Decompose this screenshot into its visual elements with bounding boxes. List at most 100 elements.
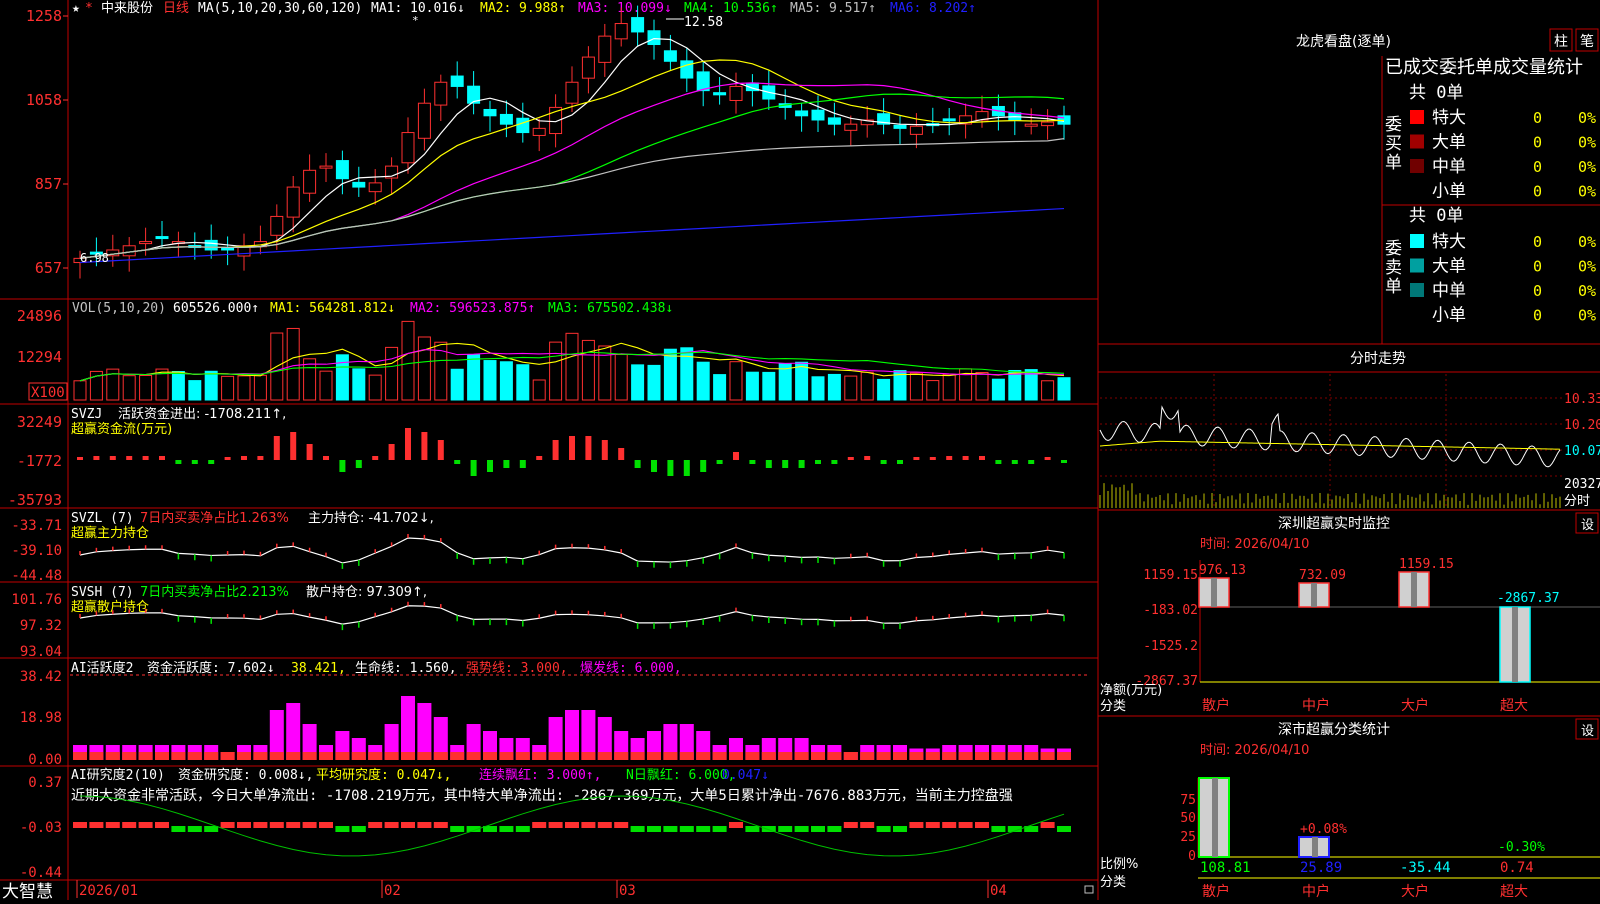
activity-base [893, 752, 907, 760]
research-bar [630, 826, 645, 832]
research-bar [286, 822, 301, 828]
volume-bar [614, 354, 628, 401]
vol-tick: 12294 [17, 348, 62, 366]
volume-bar [139, 374, 153, 401]
research-bar [204, 826, 219, 832]
tick-view-label[interactable]: 笔 [1580, 34, 1594, 50]
research-bar [942, 822, 957, 828]
volume-bar [663, 348, 677, 401]
class-settings-label[interactable]: 设 [1581, 724, 1594, 739]
ai1-a: 资金活跃度: 7.602↓ [147, 660, 275, 676]
star-icon[interactable]: ★ [72, 1, 80, 16]
ma1-label: MA1: [371, 1, 402, 16]
activity-base [204, 752, 219, 760]
ma5-value: 9.517↑ [829, 1, 876, 16]
activity-bar [286, 703, 301, 760]
x-label: 2026/01 [79, 883, 138, 899]
swatch-icon [1410, 134, 1424, 149]
ai2-d: N日飘红: 6.000, [626, 767, 735, 783]
fund-flow-bar [552, 440, 559, 460]
candle-body [713, 92, 727, 96]
activity-base [630, 752, 645, 760]
vol-ma1: MA1: 564281.812↓ [270, 301, 395, 316]
research-bar [548, 822, 563, 828]
fund-flow-bar [979, 456, 985, 460]
volume-bar [877, 378, 891, 401]
buy-total: 共 0单 [1409, 83, 1463, 103]
activity-base [417, 752, 432, 760]
fund-flow-bar [437, 440, 444, 460]
volume-bar [204, 370, 218, 401]
research-bar [843, 822, 858, 828]
volume-bar [237, 375, 251, 401]
research-bar [384, 822, 399, 828]
ai2-b: 平均研究度: 0.047↓, [316, 767, 451, 783]
ma2-value: 9.988↑ [519, 1, 566, 16]
fund-flow-bar [569, 436, 575, 460]
arrow-icon: * [85, 1, 93, 16]
fund-flow-bar [716, 460, 723, 464]
activity-base [466, 752, 481, 760]
activity-base [515, 752, 530, 760]
x-label: 03 [619, 883, 636, 899]
class-time: 时间: 2026/04/10 [1200, 743, 1309, 758]
candle-body [811, 109, 825, 121]
ai2-e: 0.047↓ [722, 768, 769, 783]
volume-bar [942, 373, 956, 401]
candle-body [450, 75, 464, 87]
research-bar [187, 826, 202, 832]
research-bar [220, 822, 235, 828]
fund-flow-bar [109, 456, 116, 460]
research-bar [401, 822, 415, 828]
fund-flow-bar [454, 460, 461, 464]
ma5-label: MA5: [790, 1, 821, 16]
svsh-desc: 7日内买卖净占比2.213% [140, 584, 289, 600]
activity-base [696, 752, 711, 760]
candle-body [795, 110, 809, 117]
period-label[interactable]: 日线 [163, 1, 189, 16]
volume-bar [401, 320, 415, 401]
vol-unit[interactable]: X100 [31, 385, 65, 401]
row-pct: 0% [1578, 258, 1596, 276]
monitor-bar-label: 732.09 [1299, 568, 1346, 583]
monitor-settings-label[interactable]: 设 [1581, 518, 1594, 533]
ma3-label: MA3: [578, 1, 609, 16]
bar-view-label[interactable]: 柱 [1554, 34, 1568, 50]
row-count: 0 [1533, 183, 1542, 201]
candle-body [499, 113, 513, 125]
row-label: 中单 [1432, 157, 1466, 177]
candle-body [516, 117, 530, 134]
research-bar [532, 822, 547, 828]
candle-body [631, 17, 645, 33]
candle-body [680, 60, 694, 79]
research-bar [860, 822, 875, 828]
svzj-title: SVZJ [71, 407, 102, 422]
monitor-title: 深圳超赢实时监控 [1278, 515, 1390, 532]
research-bar [515, 826, 530, 832]
row-label: 小单 [1432, 306, 1466, 326]
activity-base [663, 752, 678, 760]
volume-bar [450, 368, 464, 401]
class-cat: 大户 [1401, 883, 1429, 900]
monitor-tick: -183.02 [1143, 603, 1198, 618]
research-bar [925, 822, 940, 828]
monitor-cat: 超大 [1500, 698, 1528, 714]
activity-base [647, 752, 661, 760]
row-label: 大单 [1432, 257, 1466, 277]
stock-name[interactable]: 中来股份 [101, 1, 153, 16]
fund-flow-bar [995, 460, 1002, 464]
vol-tick: 24896 [17, 307, 62, 325]
buy-side-char: 买 [1385, 134, 1402, 154]
fund-flow-bar [929, 457, 936, 460]
ai1-tick: 18.98 [20, 710, 62, 726]
class-bottom-value: 25.89 [1300, 860, 1342, 876]
fund-flow-bar [388, 444, 395, 460]
candle-body [139, 241, 153, 245]
candle-body [155, 236, 169, 240]
activity-base [433, 752, 448, 760]
x-label: 02 [384, 883, 401, 899]
app-logo[interactable]: 大智慧 [2, 882, 53, 902]
research-bar [351, 826, 366, 832]
candle-body [581, 56, 595, 79]
row-label: 特大 [1432, 108, 1466, 128]
